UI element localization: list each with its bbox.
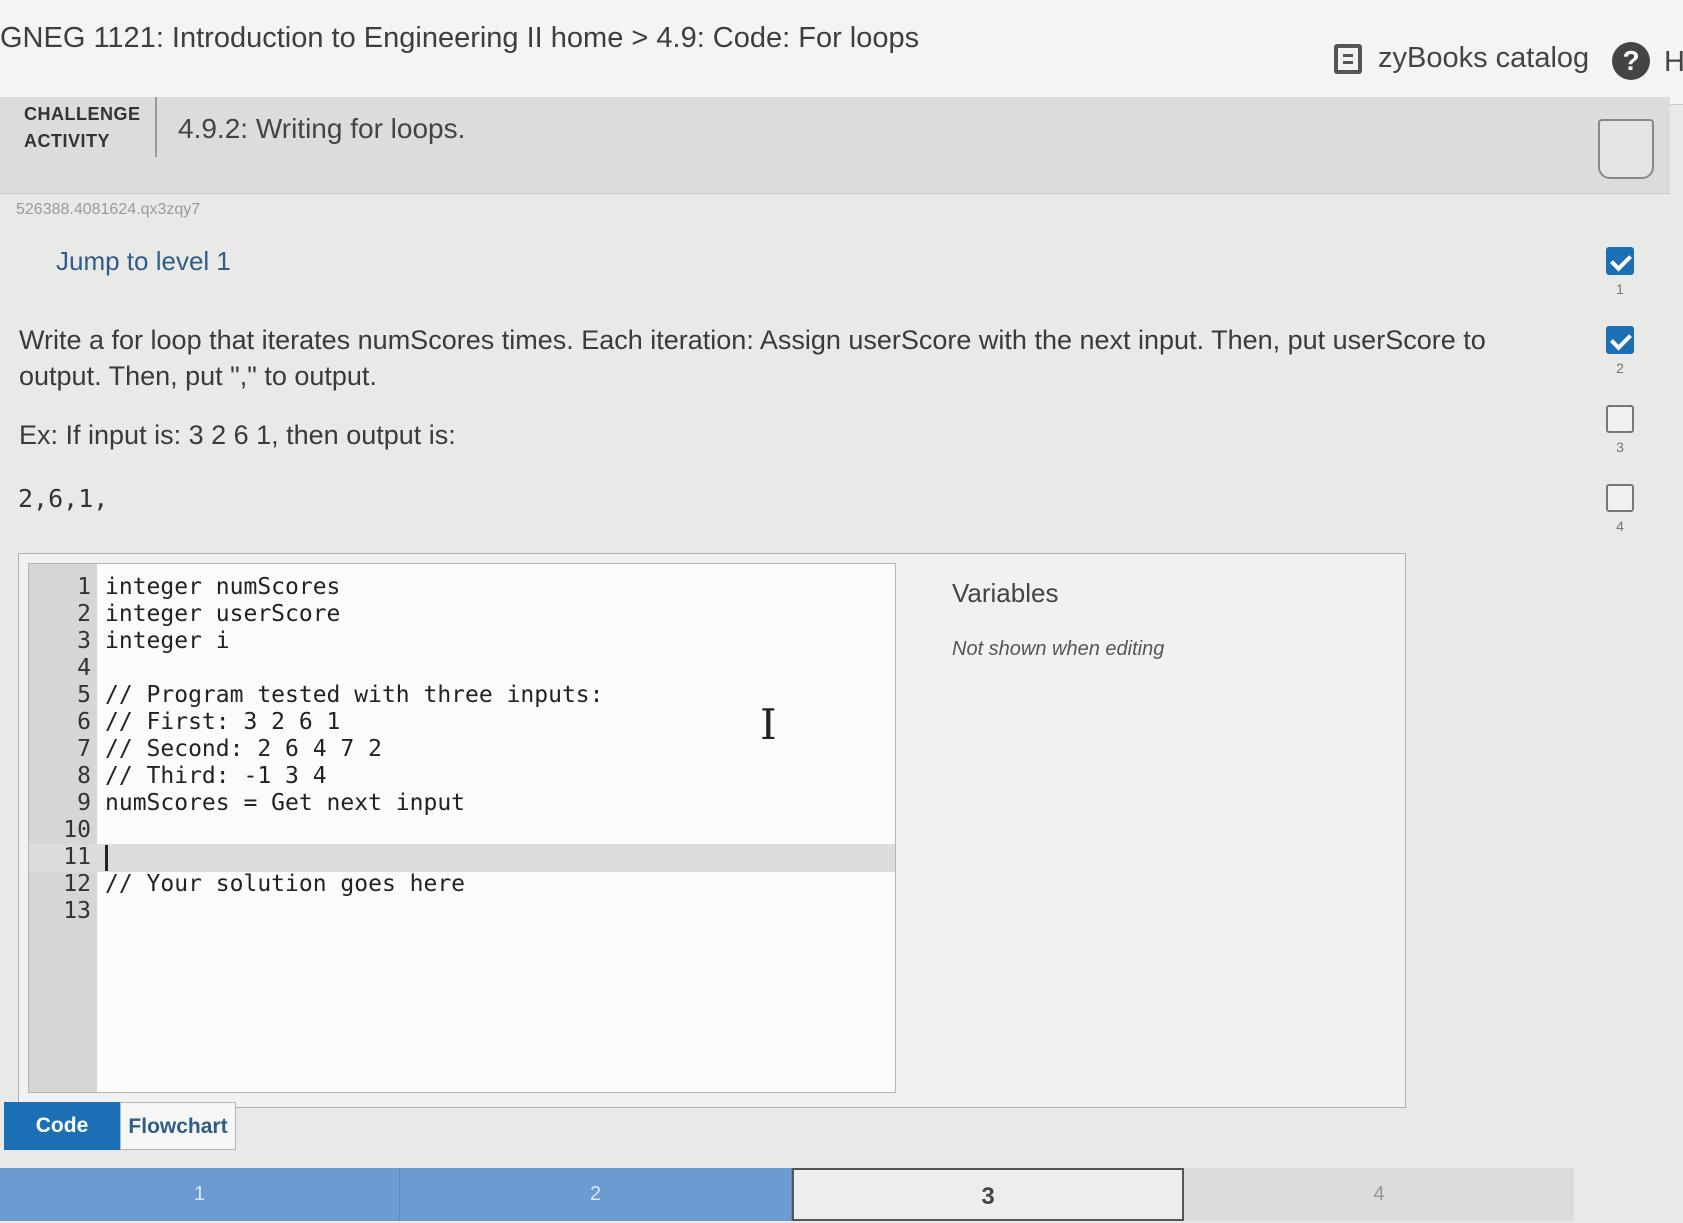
- progress-segment-2[interactable]: 2: [400, 1168, 792, 1221]
- level-progress-bar: 1 2 3 4: [0, 1168, 1574, 1221]
- jump-to-level-link[interactable]: Jump to level 1: [56, 246, 231, 277]
- level-item-3[interactable]: 3: [1600, 405, 1640, 455]
- tab-code[interactable]: Code: [4, 1102, 120, 1150]
- zybooks-catalog-link[interactable]: zyBooks catalog: [1334, 42, 1589, 75]
- top-bar: GNEG 1121: Introduction to Engineering I…: [0, 0, 1683, 105]
- code-line[interactable]: 9 numScores = Get next input: [29, 790, 895, 818]
- code-line[interactable]: 1 integer numScores: [29, 574, 895, 602]
- level-item-1[interactable]: 1: [1600, 247, 1640, 297]
- code-line[interactable]: 12// Your solution goes here: [29, 871, 895, 899]
- book-icon: [1334, 43, 1362, 74]
- example-output: 2,6,1,: [18, 484, 109, 513]
- header-divider: [155, 97, 157, 157]
- level-checkbox-icon[interactable]: [1606, 484, 1634, 512]
- completion-badge-icon: [1598, 119, 1654, 179]
- help-label[interactable]: H: [1664, 46, 1683, 79]
- code-line[interactable]: 10: [29, 817, 895, 845]
- challenge-activity-label: CHALLENGE ACTIVITY: [24, 104, 141, 151]
- variables-note: Not shown when editing: [952, 638, 1165, 660]
- code-line[interactable]: 2 integer userScore: [29, 601, 895, 629]
- progress-segment-3[interactable]: 3: [792, 1168, 1184, 1221]
- variables-title: Variables: [952, 578, 1059, 608]
- activity-title: 4.9.2: Writing for loops.: [178, 113, 466, 144]
- breadcrumb[interactable]: GNEG 1121: Introduction to Engineering I…: [0, 22, 919, 55]
- progress-segment-4[interactable]: 4: [1184, 1168, 1574, 1221]
- level-item-2[interactable]: 2: [1600, 326, 1640, 376]
- code-editor[interactable]: 1 integer numScores 2 integer userScore 3i…: [28, 563, 896, 1093]
- level-item-4[interactable]: 4: [1600, 484, 1640, 534]
- content-id: 526388.4081624.qx3zqy7: [16, 201, 201, 218]
- example-text: Ex: If input is: 3 2 6 1, then output is…: [19, 420, 456, 450]
- ibeam-cursor-icon: I: [760, 700, 777, 749]
- level-checkbox-icon[interactable]: [1606, 247, 1634, 275]
- catalog-label: zyBooks catalog: [1378, 42, 1590, 74]
- instructions: Write a for loop that iterates numScores…: [19, 325, 1486, 391]
- code-line-active[interactable]: 11: [29, 844, 895, 872]
- text-cursor: [105, 844, 108, 871]
- level-checkbox-icon[interactable]: [1606, 405, 1634, 433]
- code-line[interactable]: 4: [29, 655, 895, 683]
- progress-segment-1[interactable]: 1: [0, 1168, 400, 1221]
- help-icon[interactable]: ?: [1612, 42, 1650, 80]
- challenge-header: CHALLENGE ACTIVITY 4.9.2: Writing for lo…: [0, 97, 1670, 194]
- code-line[interactable]: 13: [29, 898, 895, 926]
- code-line[interactable]: 3 integer i: [29, 628, 895, 656]
- code-line[interactable]: 8// Third: -1 3 4: [29, 763, 895, 791]
- level-checkbox-icon[interactable]: [1606, 326, 1634, 354]
- tab-flowchart[interactable]: Flowchart: [120, 1102, 236, 1150]
